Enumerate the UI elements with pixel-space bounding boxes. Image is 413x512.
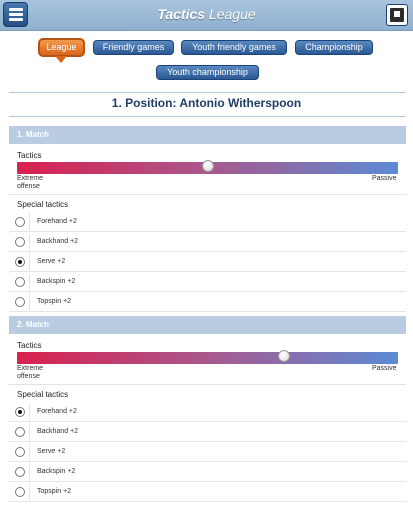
radio-button[interactable] <box>15 217 25 227</box>
divider <box>29 403 30 422</box>
option-label: Backspin +2 <box>37 278 76 285</box>
tab-youth-friendly-games[interactable]: Youth friendly games <box>181 40 287 55</box>
divider <box>9 92 406 93</box>
match-2-slider-left-label: Extreme offense <box>17 365 44 380</box>
radio-button[interactable] <box>15 277 25 287</box>
match-1-special-option[interactable]: Backhand +2 <box>9 233 406 252</box>
page-title-rest: League <box>205 6 256 22</box>
divider <box>29 273 30 292</box>
match-1-special-option[interactable]: Topspin +2 <box>9 293 406 312</box>
match-2-header: 2. Match <box>9 316 406 334</box>
match-1-special-option[interactable]: Forehand +2 <box>9 213 406 232</box>
radio-button[interactable] <box>15 467 25 477</box>
radio-button[interactable] <box>15 257 25 267</box>
divider <box>29 463 30 482</box>
radio-button[interactable] <box>15 427 25 437</box>
radio-button[interactable] <box>15 407 25 417</box>
match-2-special-option[interactable]: Serve +2 <box>9 443 406 462</box>
divider <box>9 116 406 117</box>
radio-button[interactable] <box>15 297 25 307</box>
tab-championship[interactable]: Championship <box>295 40 373 55</box>
match-1-slider-right-label: Passive <box>372 175 397 182</box>
divider <box>29 253 30 272</box>
match-2-tactics-slider[interactable] <box>17 350 398 364</box>
option-label: Topspin +2 <box>37 488 72 495</box>
option-label: Forehand +2 <box>37 408 77 415</box>
tab-league[interactable]: League <box>38 38 85 57</box>
position-title: 1. Position: Antonio Witherspoon <box>111 96 302 110</box>
match-2-special-option[interactable]: Forehand +2 <box>9 403 406 422</box>
option-label: Backhand +2 <box>37 428 79 435</box>
option-label: Topspin +2 <box>37 298 72 305</box>
match-1-tactics-slider[interactable] <box>17 160 398 174</box>
match-1-slider-left-label: Extreme offense <box>17 175 44 190</box>
match-1-special-label: Special tactics <box>17 200 69 209</box>
match-2-special-label: Special tactics <box>17 390 69 399</box>
divider <box>29 483 30 502</box>
page-title: Tactics League <box>0 6 413 22</box>
match-2-slider-thumb[interactable] <box>277 350 290 362</box>
divider <box>29 293 30 312</box>
radio-button[interactable] <box>15 447 25 457</box>
tab-friendly-games[interactable]: Friendly games <box>93 40 174 55</box>
app-header: Tactics League <box>0 0 413 31</box>
flag-button[interactable] <box>386 4 408 26</box>
divider <box>9 384 406 385</box>
page-title-bold: Tactics <box>157 6 206 22</box>
match-1-special-option[interactable]: Serve +2 <box>9 253 406 272</box>
active-tab-arrow-icon <box>55 56 67 63</box>
flag-icon <box>390 8 404 22</box>
option-label: Forehand +2 <box>37 218 77 225</box>
match-1-slider-thumb[interactable] <box>201 160 214 172</box>
option-label: Serve +2 <box>37 258 66 265</box>
option-label: Serve +2 <box>37 448 66 455</box>
option-label: Backspin +2 <box>37 468 76 475</box>
match-2-tactics-label: Tactics <box>17 341 42 350</box>
match-1-special-option[interactable]: Backspin +2 <box>9 273 406 292</box>
match-2-special-option[interactable]: Backspin +2 <box>9 463 406 482</box>
match-2-slider-right-label: Passive <box>372 365 397 372</box>
match-1-tactics-label: Tactics <box>17 151 42 160</box>
divider <box>29 423 30 442</box>
tab-youth-championship[interactable]: Youth championship <box>156 65 259 80</box>
match-2-special-option[interactable]: Backhand +2 <box>9 423 406 442</box>
radio-button[interactable] <box>15 237 25 247</box>
divider <box>9 194 406 195</box>
divider <box>29 443 30 462</box>
divider <box>29 213 30 232</box>
radio-button[interactable] <box>15 487 25 497</box>
match-2-special-option[interactable]: Topspin +2 <box>9 483 406 502</box>
option-label: Backhand +2 <box>37 238 79 245</box>
match-1-header: 1. Match <box>9 126 406 144</box>
divider <box>29 233 30 252</box>
